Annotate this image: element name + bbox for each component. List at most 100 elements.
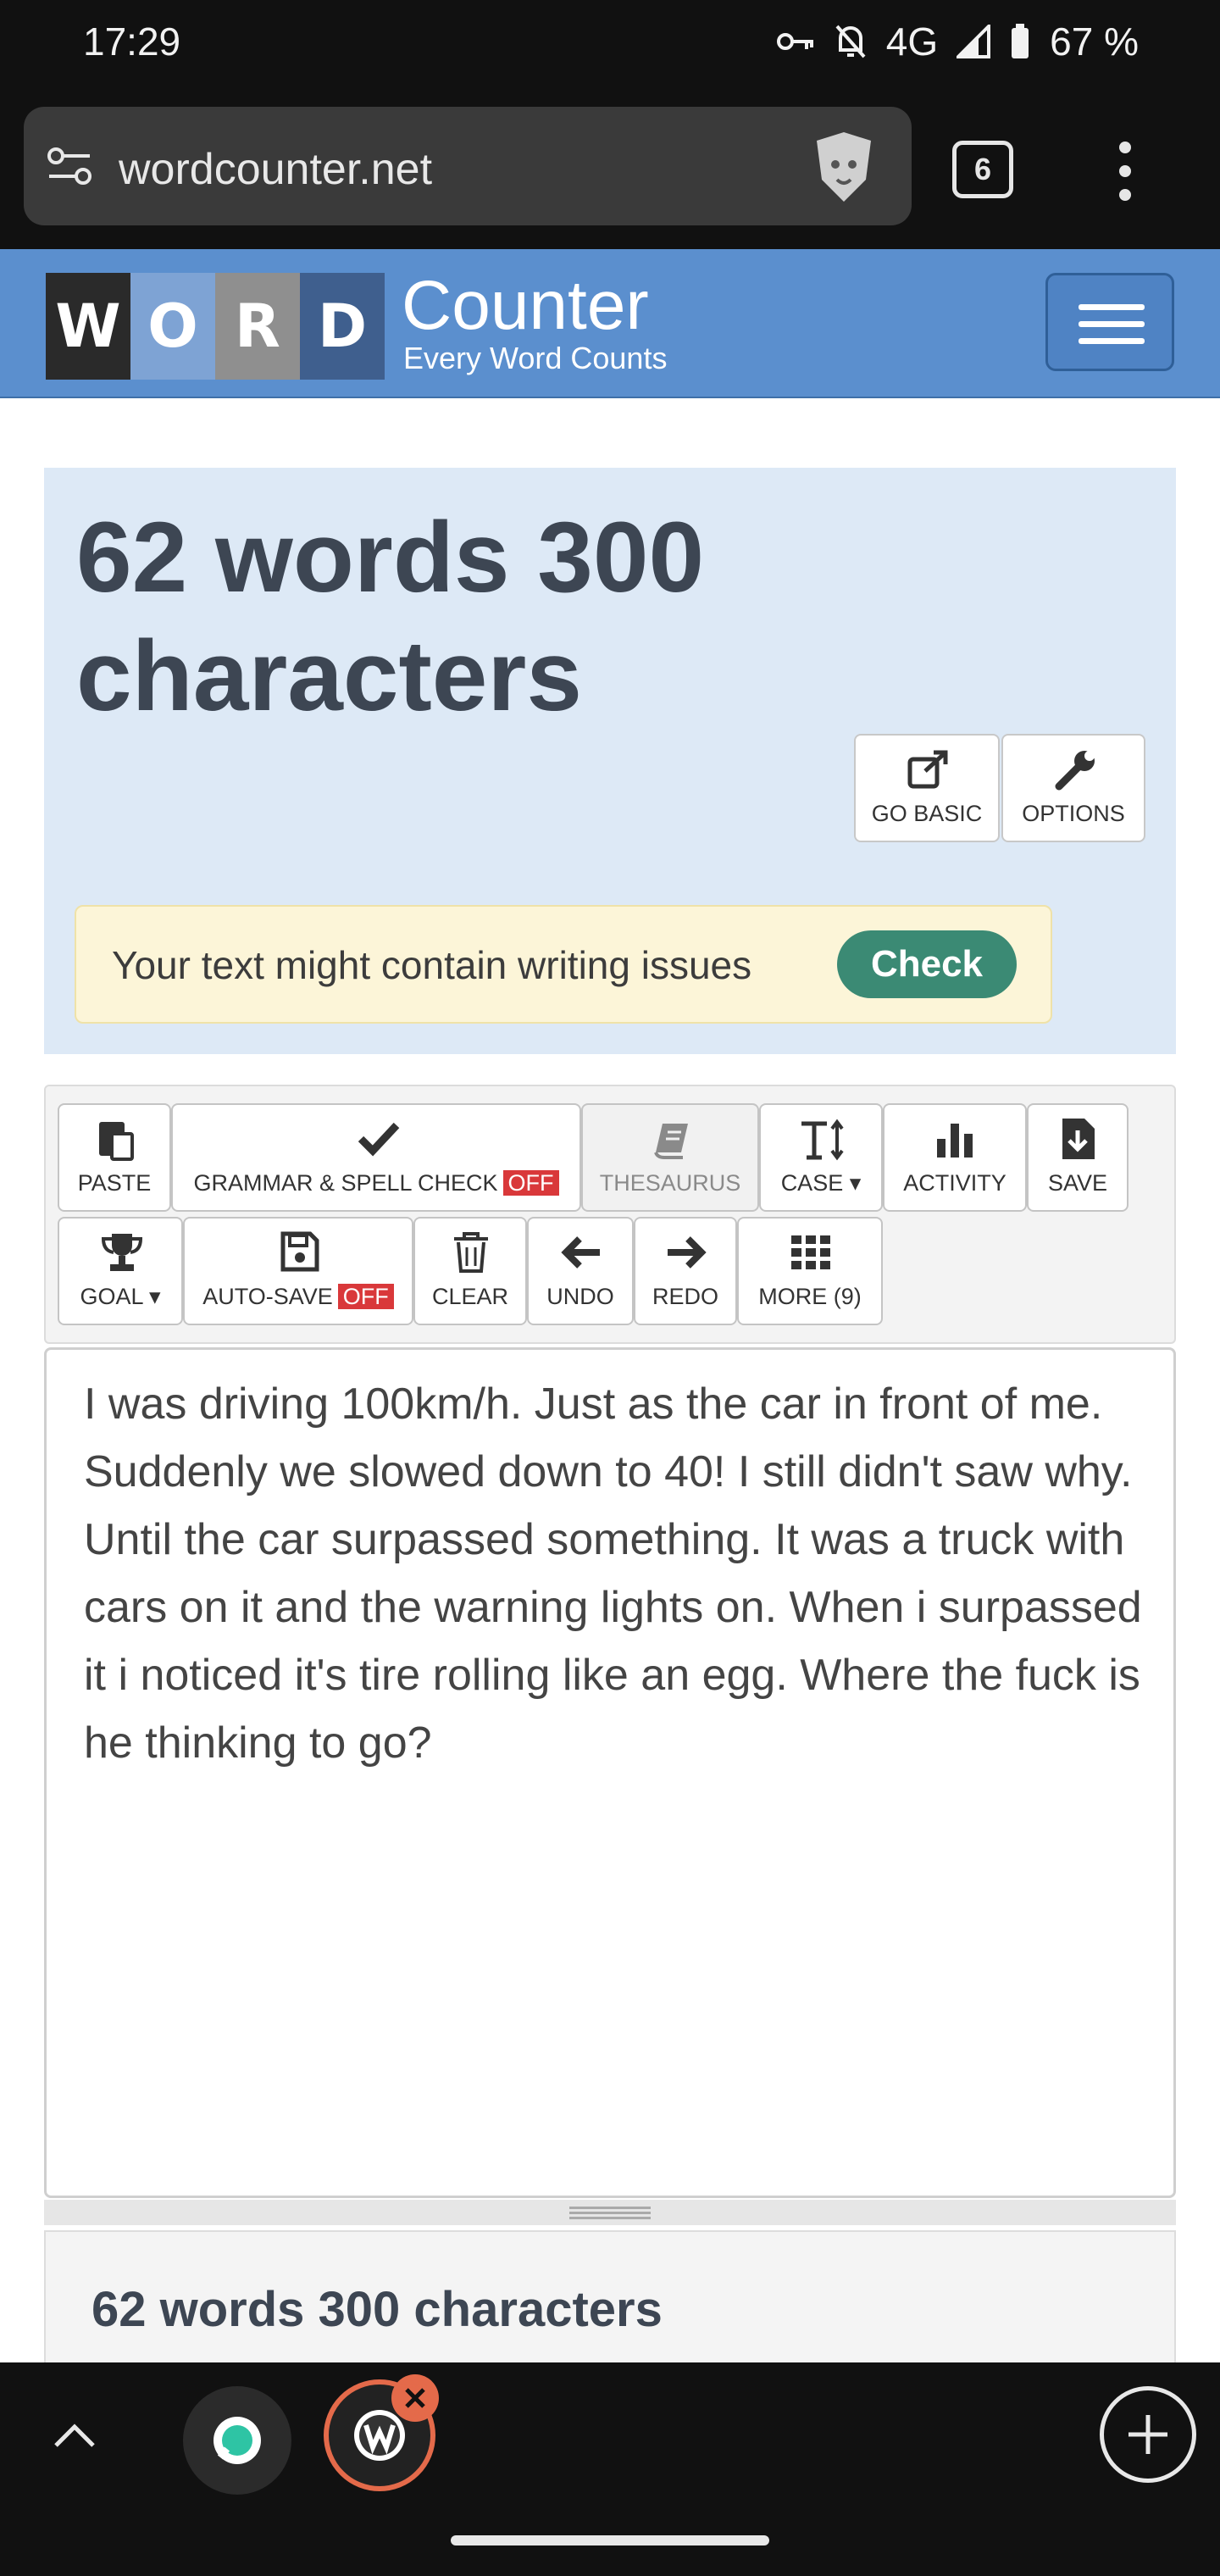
details-panel: 62 words 300 characters — [44, 2230, 1176, 2366]
vpn-key-icon — [776, 33, 813, 50]
goal-button[interactable]: GOAL ▾ — [58, 1217, 183, 1325]
autosave-label-text: AUTO-SAVE — [202, 1284, 333, 1309]
editor-toolbar: PASTE GRAMMAR & SPELL CHECK OFF THESAURUS… — [44, 1085, 1176, 1344]
word-count-title: 62 words 300 characters — [76, 502, 705, 732]
case-button[interactable]: CASE ▾ — [759, 1103, 883, 1212]
site-settings-icon[interactable] — [46, 144, 93, 188]
paste-icon — [99, 1122, 134, 1161]
bell-off-icon — [835, 25, 866, 58]
book-icon — [654, 1124, 688, 1159]
status-time: 17:29 — [83, 19, 181, 64]
checkmark-icon — [358, 1122, 400, 1157]
check-button[interactable]: Check — [837, 930, 1017, 998]
chevron-up-icon[interactable] — [51, 2418, 98, 2452]
arrow-right-icon — [668, 1236, 707, 1269]
clear-label: CLEAR — [431, 1284, 509, 1309]
undo-button[interactable]: UNDO — [527, 1217, 634, 1325]
new-tab-button[interactable] — [1100, 2386, 1196, 2483]
battery-level: 67 % — [1050, 19, 1139, 64]
file-download-icon — [1062, 1119, 1095, 1159]
status-icons: 4G 67 % — [776, 19, 1139, 64]
editor-text[interactable]: I was driving 100km/h. Just as the car i… — [84, 1370, 1143, 1777]
logo-tagline: Every Word Counts — [403, 341, 668, 375]
go-basic-button[interactable]: GO BASIC — [854, 734, 1000, 842]
menu-button[interactable] — [1045, 273, 1174, 371]
site-header: W O R D Counter Every Word Counts — [0, 249, 1220, 398]
brave-shield-icon[interactable] — [808, 129, 879, 205]
undo-label: UNDO — [546, 1284, 614, 1309]
bottom-nav-bar — [0, 2362, 1220, 2576]
external-link-icon — [907, 750, 948, 789]
grammar-label-text: GRAMMAR & SPELL CHECK — [193, 1170, 498, 1196]
save-label: SAVE — [1047, 1170, 1108, 1196]
home-gesture-bar[interactable] — [451, 2535, 769, 2545]
clear-button[interactable]: CLEAR — [413, 1217, 527, 1325]
paste-button[interactable]: PASTE — [58, 1103, 171, 1212]
resize-grip-line — [569, 2212, 651, 2214]
floppy-disk-icon — [280, 1231, 319, 1272]
caret-down-icon: ▾ — [148, 1284, 161, 1309]
details-title: 62 words 300 characters — [92, 2282, 663, 2337]
writing-issues-alert: Your text might contain writing issues C… — [75, 905, 1052, 1024]
alert-text: Your text might contain writing issues — [112, 943, 752, 987]
options-button[interactable]: OPTIONS — [1001, 734, 1145, 842]
case-label-text: CASE — [780, 1170, 844, 1196]
save-button[interactable]: SAVE — [1027, 1103, 1128, 1212]
tab-thumbnail-chat[interactable] — [183, 2386, 291, 2495]
more-options-icon[interactable] — [1110, 139, 1140, 203]
resize-grip-line — [569, 2207, 651, 2209]
tab-switcher-button[interactable]: 6 — [952, 141, 1013, 198]
grammar-label: GRAMMAR & SPELL CHECK OFF — [193, 1170, 559, 1196]
logo-letter-d[interactable]: D — [300, 273, 385, 380]
case-label: CASE ▾ — [781, 1170, 862, 1196]
status-bar: 17:29 4G 67 % — [0, 0, 1220, 93]
auto-save-button[interactable]: AUTO-SAVE OFF — [183, 1217, 413, 1325]
plus-icon — [1128, 2415, 1167, 2454]
close-icon — [405, 2388, 425, 2408]
chat-app-icon — [214, 2417, 261, 2464]
more-label: MORE (9) — [758, 1284, 862, 1309]
network-type: 4G — [885, 19, 939, 64]
logo-letter-r[interactable]: R — [215, 273, 300, 380]
address-bar[interactable]: wordcounter.net — [24, 107, 912, 225]
go-basic-label: GO BASIC — [871, 801, 983, 826]
menu-icon-bar — [1079, 321, 1145, 327]
paste-label: PASTE — [77, 1170, 152, 1196]
autosave-label: AUTO-SAVE OFF — [202, 1284, 394, 1310]
thesaurus-button[interactable]: THESAURUS — [581, 1103, 759, 1212]
close-tab-button[interactable] — [391, 2374, 439, 2422]
text-editor[interactable]: I was driving 100km/h. Just as the car i… — [44, 1347, 1176, 2198]
logo-word[interactable]: Counter — [402, 271, 649, 341]
logo-letter-o[interactable]: O — [130, 273, 215, 380]
menu-icon-bar — [1079, 338, 1145, 344]
resize-grip-line — [569, 2217, 651, 2219]
editor-resize-handle[interactable] — [44, 2200, 1176, 2225]
thesaurus-label: THESAURUS — [599, 1170, 741, 1196]
logo-letter-w[interactable]: W — [46, 273, 130, 380]
options-label: OPTIONS — [1022, 801, 1125, 826]
arrow-left-icon — [561, 1236, 600, 1269]
grammar-off-badge: OFF — [502, 1170, 559, 1196]
activity-button[interactable]: ACTIVITY — [883, 1103, 1027, 1212]
redo-label: REDO — [652, 1284, 718, 1309]
text-height-icon — [801, 1119, 844, 1161]
bar-chart-icon — [937, 1124, 973, 1158]
goal-label-text: GOAL — [80, 1284, 143, 1309]
grammar-check-button[interactable]: GRAMMAR & SPELL CHECK OFF — [171, 1103, 581, 1212]
caret-down-icon: ▾ — [849, 1170, 862, 1196]
autosave-off-badge: OFF — [337, 1284, 394, 1309]
more-button[interactable]: MORE (9) — [737, 1217, 883, 1325]
browser-toolbar: wordcounter.net 6 — [0, 93, 1220, 249]
grid-icon — [791, 1235, 830, 1269]
trophy-icon — [101, 1234, 143, 1271]
url-text[interactable]: wordcounter.net — [119, 144, 432, 195]
activity-label: ACTIVITY — [903, 1170, 1006, 1196]
redo-button[interactable]: REDO — [634, 1217, 737, 1325]
battery-icon — [1012, 24, 1029, 58]
count-panel: 62 words 300 characters GO BASIC OPTIONS… — [44, 468, 1176, 1054]
goal-label: GOAL ▾ — [80, 1284, 160, 1310]
wrench-icon — [1055, 751, 1095, 791]
trash-icon — [454, 1232, 488, 1273]
menu-icon — [1079, 304, 1145, 310]
signal-icon — [957, 25, 991, 58]
